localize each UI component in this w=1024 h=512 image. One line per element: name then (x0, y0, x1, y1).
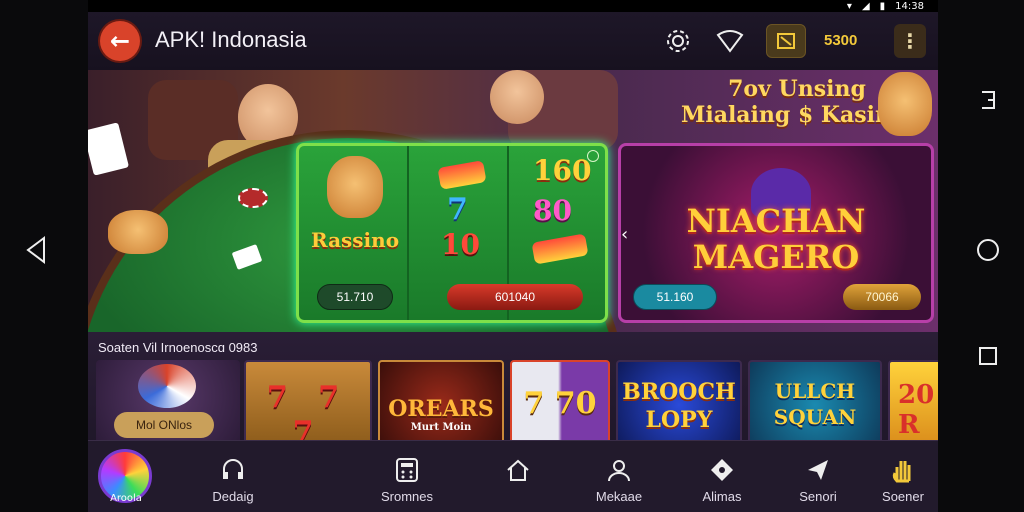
win-amount-pill[interactable]: 601040 (447, 284, 583, 310)
reel-value: 80 (533, 194, 572, 227)
settings-gear-icon[interactable] (664, 27, 692, 55)
nav-item-profile[interactable]: Soener (872, 441, 934, 512)
nav-label: Mekaae (595, 489, 643, 504)
house-icon (503, 455, 533, 485)
slot-symbol (531, 233, 589, 265)
status-bar: ▾ ◢ ▮ 14:38 (88, 0, 938, 12)
nav-item-send[interactable]: Senori (788, 441, 848, 512)
game-tile[interactable]: OREARS Murt Moin (378, 360, 504, 450)
game-tile[interactable]: ULLCH SQUAN (748, 360, 882, 450)
wifi-status-icon: ▾ (846, 0, 852, 12)
game-tile[interactable]: Mol ONlos (96, 360, 240, 450)
overview-square-icon[interactable] (978, 346, 998, 370)
corgi-mascot-image (108, 210, 168, 254)
app-window: ← APK! Indonasia 5300 ⋮ Rassino 7 10 160… (88, 12, 938, 512)
game-tile[interactable]: 7 70 (510, 360, 610, 450)
hero-banner[interactable]: Rassino 7 10 160 80 51.710 601040 7ov Un… (88, 70, 938, 332)
player-avatar (490, 70, 544, 124)
signal-icon: ◢ (861, 0, 870, 12)
wifi-icon[interactable] (716, 27, 744, 55)
app-header: ← APK! Indonasia 5300 ⋮ (88, 12, 938, 70)
status-time: 14:38 (895, 0, 924, 12)
promo-title-2: MAGERO (692, 238, 860, 276)
headset-icon (218, 455, 248, 485)
nav-label: Dedaig (212, 489, 254, 504)
tile-title: 20 R (898, 380, 935, 440)
tile-button[interactable]: Mol ONlos (114, 412, 214, 438)
wallet-icon (777, 33, 795, 49)
arrow-left-icon: ← (109, 27, 131, 55)
playing-card-image (88, 122, 130, 176)
page-title: APK! Indonasia (155, 27, 307, 52)
slot-logo: Rassino (311, 228, 400, 252)
coin-balance: 5300 (824, 32, 858, 49)
more-menu-button[interactable]: ⋮ (894, 24, 926, 58)
tile-title: 7 70 (523, 386, 597, 421)
fox-mascot-image (327, 156, 383, 218)
back-triangle-icon[interactable] (24, 236, 48, 268)
reel-value: 10 (441, 228, 480, 261)
strip-label: Soaten Vil Irnoenoscɑ 0983 (98, 340, 258, 355)
corgi-mascot-image (878, 72, 932, 136)
bottom-navigation: Aroola Dedaig Sromnes Mekaae Alimas Seno… (88, 440, 938, 512)
calculator-icon (392, 455, 422, 485)
promo-win-pill[interactable]: 70066 (843, 284, 921, 310)
nav-label: Sromnes (380, 489, 434, 504)
nav-label: Aroola (110, 493, 142, 504)
battery-icon: ▮ (879, 0, 886, 12)
game-tile[interactable]: BROOCH LOPY (616, 360, 742, 450)
roulette-image (138, 364, 196, 408)
home-circle-icon[interactable] (976, 238, 1000, 266)
nav-item-promos[interactable]: Alimas (690, 441, 754, 512)
tile-title: ULLCH SQUAN (773, 379, 857, 429)
recents-icon[interactable] (980, 90, 998, 114)
nav-label: Soener (882, 489, 924, 504)
bet-amount-pill[interactable]: 51.710 (317, 284, 393, 310)
wallet-button[interactable] (766, 24, 806, 58)
reel-value: 160 (533, 154, 592, 187)
hand-icon (888, 455, 918, 485)
promo-bet-pill[interactable]: 51.160 (633, 284, 717, 310)
chip-stack-image (238, 188, 268, 208)
tile-subtitle: Murt Moin (410, 422, 472, 433)
nav-item-messages[interactable]: Mekaae (582, 441, 656, 512)
promo-game-card[interactable]: ‹ NIACHAN MAGERO 51.160 70066 (618, 143, 934, 323)
game-tile[interactable]: 7 7 7 (244, 360, 372, 450)
send-icon (803, 455, 833, 485)
nav-item-home[interactable]: Aroola (88, 441, 162, 512)
game-strip: Soaten Vil Irnoenoscɑ 0983 Mol ONlos 7 7… (88, 332, 938, 450)
promo-title-1: NIACHAN (686, 202, 866, 240)
nav-item-support[interactable]: Dedaig (200, 441, 266, 512)
more-vert-icon: ⋮ (900, 29, 920, 53)
tag-icon (707, 455, 737, 485)
game-tile[interactable]: 20 R (888, 360, 938, 450)
refresh-icon[interactable] (587, 150, 599, 162)
reel-value: 7 (447, 192, 468, 227)
nav-label: Senori (799, 489, 837, 504)
system-nav-right (938, 0, 1024, 512)
nav-item-house[interactable] (498, 441, 538, 512)
tile-title: BROOCH LOPY (622, 379, 736, 433)
system-nav-left (0, 0, 88, 512)
tile-title: OREARS (388, 396, 494, 422)
slot-game-card[interactable]: Rassino 7 10 160 80 51.710 601040 (296, 143, 608, 323)
user-icon (604, 455, 634, 485)
nav-label: Alimas (702, 489, 742, 504)
nav-item-games[interactable]: Sromnes (372, 441, 442, 512)
back-button[interactable]: ← (100, 21, 140, 61)
